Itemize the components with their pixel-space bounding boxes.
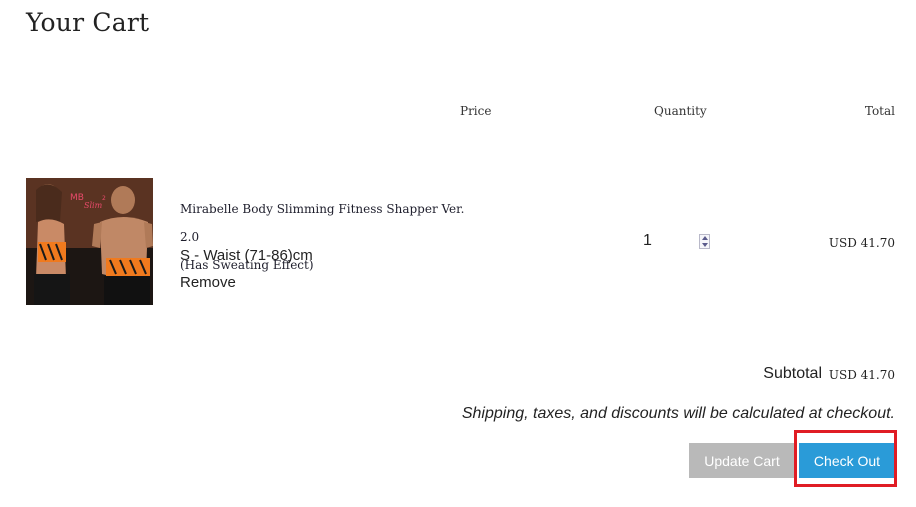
column-header-quantity: Quantity: [654, 104, 707, 118]
increment-icon[interactable]: [700, 235, 709, 241]
update-cart-button[interactable]: Update Cart: [689, 443, 795, 478]
subtotal-label: Subtotal: [763, 365, 822, 382]
quantity-stepper[interactable]: [699, 234, 710, 249]
cart-page: Your Cart Price Quantity Total MB Slim 2…: [0, 0, 916, 507]
shipping-note: Shipping, taxes, and discounts will be c…: [461, 405, 895, 422]
product-logo-sup: 2: [102, 195, 106, 202]
product-image[interactable]: MB Slim 2: [26, 178, 153, 305]
page-title: Your Cart: [26, 8, 150, 37]
remove-link[interactable]: Remove: [180, 274, 236, 291]
product-logo-sub: Slim: [84, 201, 103, 210]
subtotal-value: USD 41.70: [828, 368, 895, 382]
column-header-price: Price: [460, 104, 492, 118]
line-item-total: USD 41.70: [828, 236, 895, 250]
check-out-button[interactable]: Check Out: [799, 443, 895, 478]
column-header-total: Total: [864, 104, 895, 118]
product-logo-text: MB: [70, 193, 84, 203]
product-name-link[interactable]: Mirabelle Body Slimming Fitness Shapper …: [180, 195, 480, 279]
product-variant: S - Waist (71-86)cm: [180, 247, 313, 264]
quantity-input[interactable]: 1: [643, 232, 652, 250]
decrement-icon[interactable]: [700, 242, 709, 248]
product-name-line1[interactable]: Mirabelle Body Slimming Fitness Shapper …: [180, 195, 480, 251]
